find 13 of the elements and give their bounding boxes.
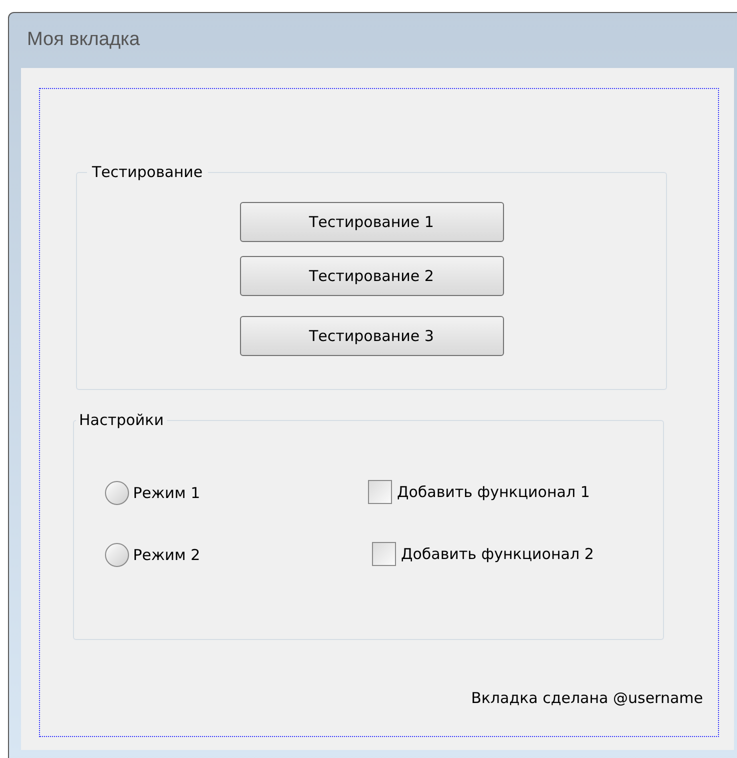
test-button[interactable]: Тестирование 1	[240, 202, 504, 242]
radio-button[interactable]	[105, 481, 129, 505]
radio-button[interactable]	[105, 543, 129, 567]
test-button[interactable]: Тестирование 3	[240, 316, 504, 356]
checkbox[interactable]	[372, 542, 396, 566]
radio-label: Режим 2	[133, 544, 200, 566]
checkbox-label: Добавить функционал 2	[401, 544, 594, 565]
radio-label: Режим 1	[133, 482, 200, 504]
checkbox[interactable]	[368, 480, 392, 504]
footer-label: Вкладка сделана @username	[471, 688, 703, 709]
window-title: Моя вкладка	[27, 28, 140, 52]
checkbox-label: Добавить функционал 1	[397, 482, 590, 503]
test-button[interactable]: Тестирование 2	[240, 256, 504, 296]
